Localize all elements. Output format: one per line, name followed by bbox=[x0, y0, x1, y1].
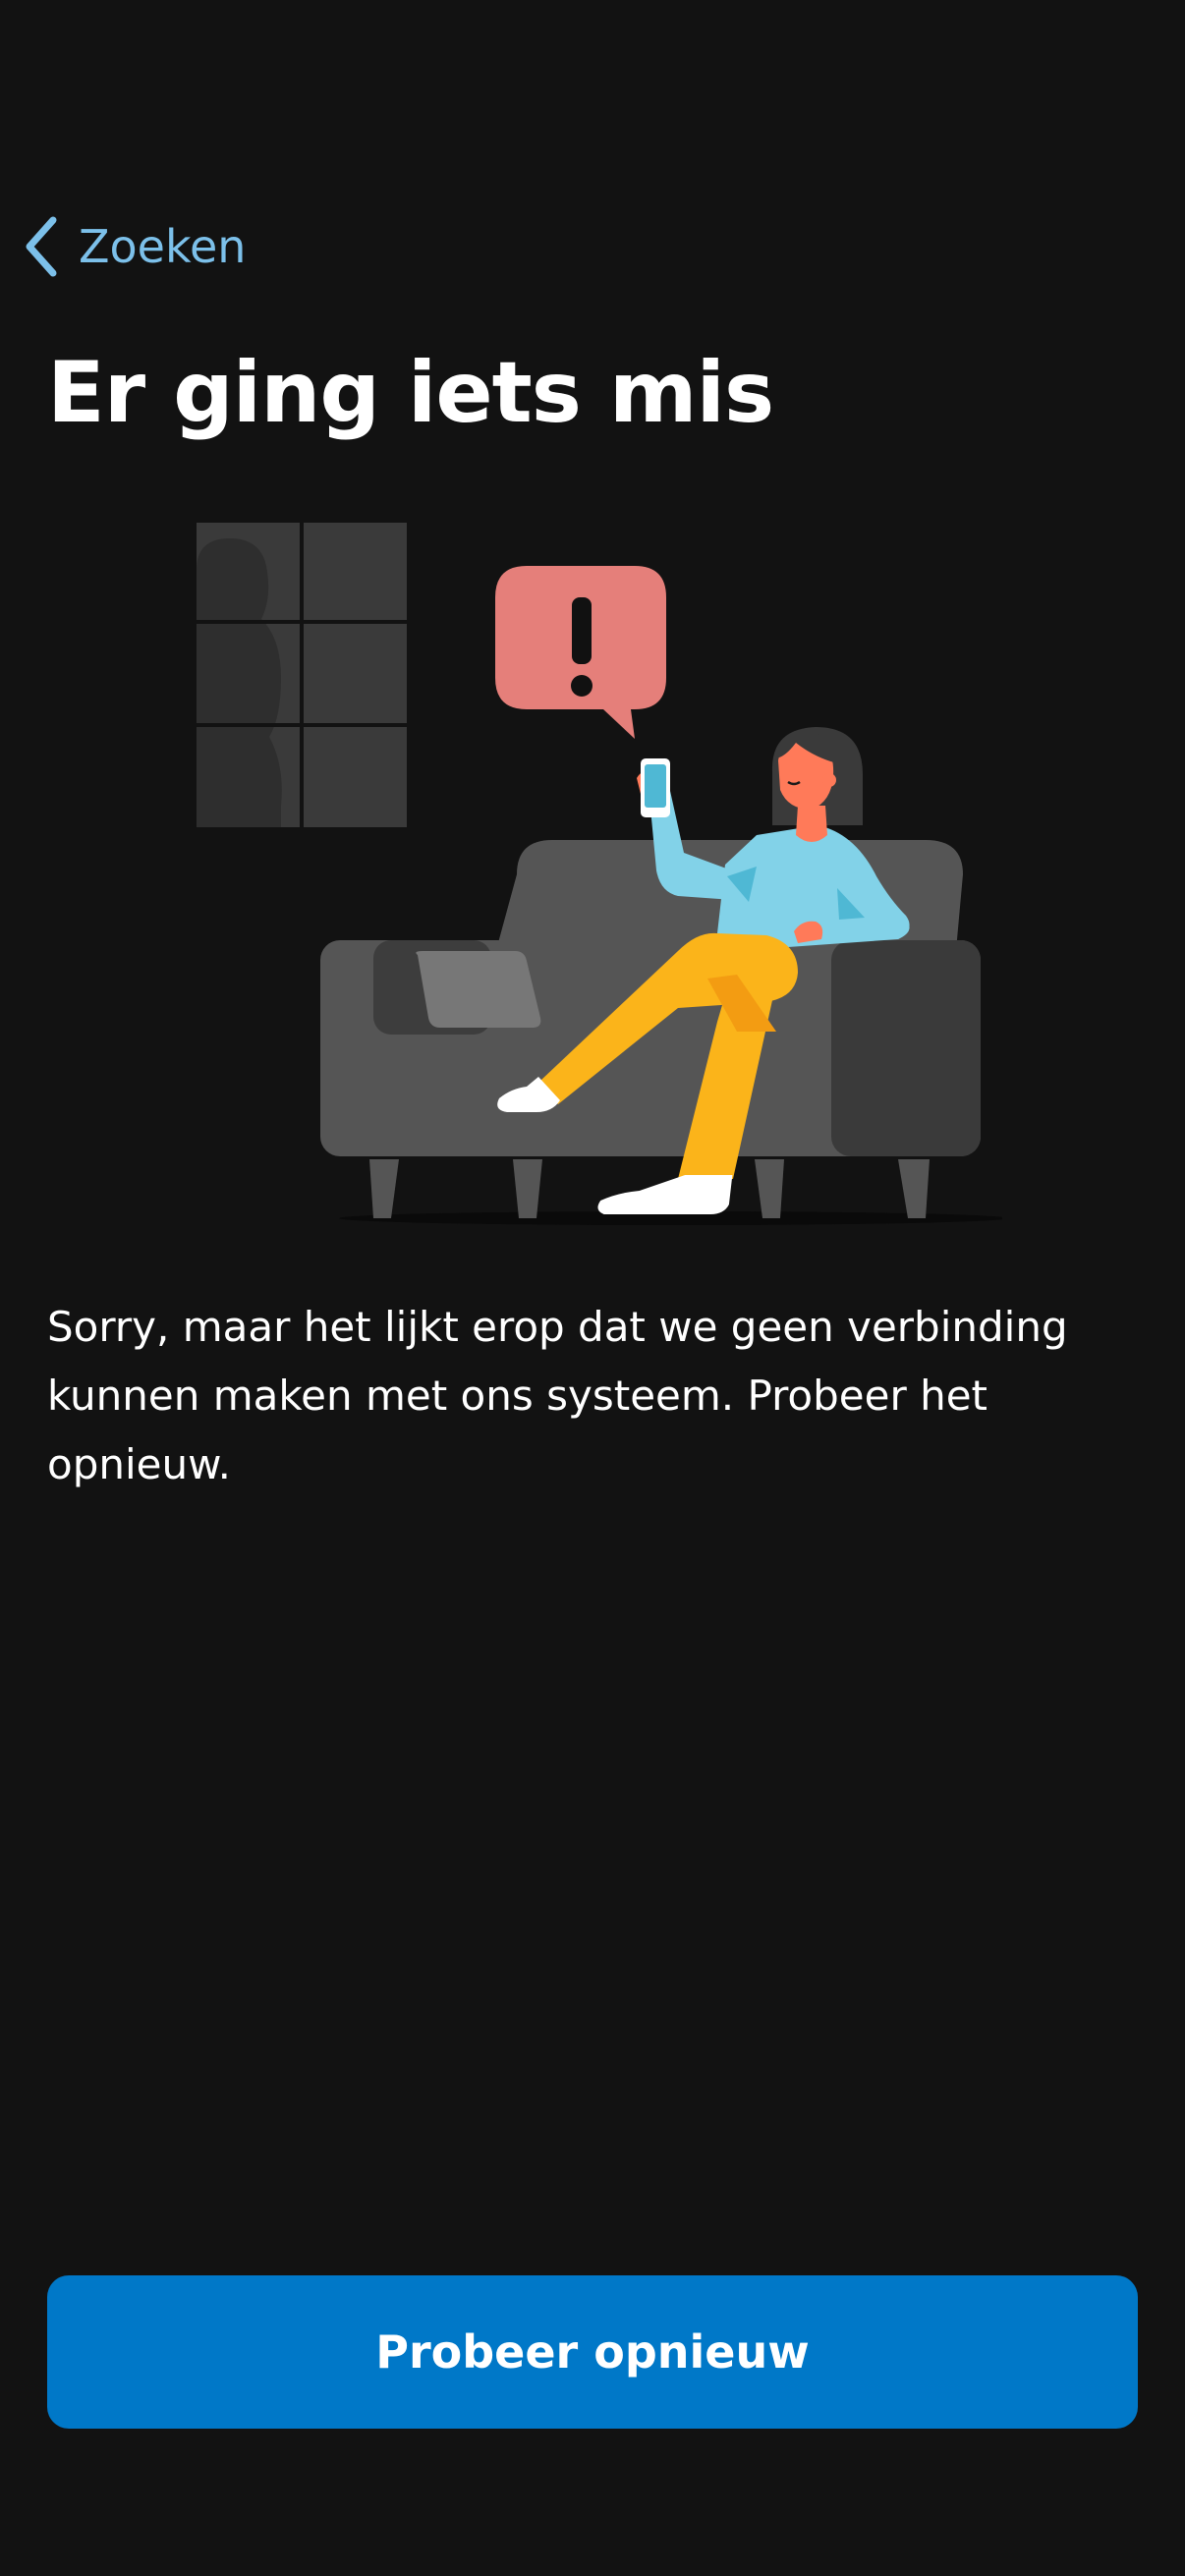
exclamation-icon bbox=[495, 566, 666, 739]
retry-button[interactable]: Probeer opnieuw bbox=[47, 2275, 1138, 2429]
error-message: Sorry, maar het lijkt erop dat we geen v… bbox=[47, 1303, 1068, 1488]
back-label: Zoeken bbox=[79, 220, 247, 273]
page-title: Er ging iets mis bbox=[47, 344, 774, 442]
chevron-left-icon bbox=[22, 214, 61, 279]
back-button[interactable]: Zoeken bbox=[22, 214, 246, 279]
window-illustration bbox=[197, 523, 407, 827]
error-illustration bbox=[197, 523, 1002, 1225]
